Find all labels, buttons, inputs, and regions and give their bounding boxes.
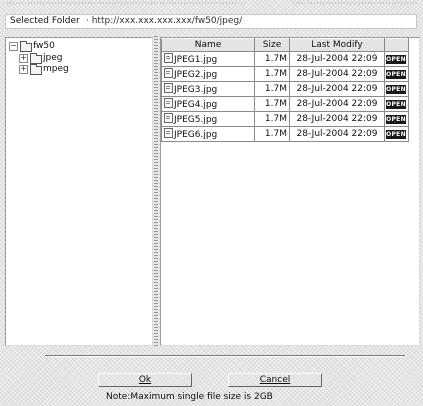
- file-size: 1.7M: [254, 126, 290, 142]
- file-table: Name Size Last Modify JPEG1.jpg 1.7M 28-…: [161, 38, 409, 142]
- selected-folder-label: Selected Folder: [10, 16, 80, 26]
- file-icon: [164, 128, 173, 138]
- file-name: JPEG6.jpg: [174, 130, 218, 140]
- tree-node-mpeg[interactable]: + mpeg: [19, 64, 109, 75]
- cancel-button-label: Cancel: [259, 375, 291, 385]
- folder-icon: [20, 41, 32, 52]
- open-button[interactable]: OPEN: [386, 99, 406, 109]
- tree-node-jpeg[interactable]: + jpeg: [19, 53, 109, 64]
- file-list-panel: Name Size Last Modify JPEG1.jpg 1.7M 28-…: [160, 37, 420, 346]
- top-dotted-rule: [6, 2, 246, 4]
- file-modified: 28-Jul-2004 22:09: [289, 81, 385, 97]
- file-icon: [164, 98, 173, 108]
- selected-folder-bar: Selected Folder · http://xxx.xxx.xxx.xxx…: [5, 14, 417, 29]
- file-modified: 28-Jul-2004 22:09: [289, 111, 385, 127]
- file-size-note: Note:Maximum single file size is 2GB: [106, 392, 273, 402]
- folder-tree: − fw50 + jpeg + mpeg: [5, 37, 153, 346]
- tree-node-label: fw50: [33, 41, 55, 51]
- open-button[interactable]: OPEN: [386, 54, 406, 64]
- file-modified: 28-Jul-2004 22:09: [289, 66, 385, 82]
- file-name: JPEG5.jpg: [174, 115, 218, 125]
- file-icon: [164, 113, 173, 123]
- file-name: JPEG2.jpg: [174, 70, 218, 80]
- table-row[interactable]: JPEG3.jpg 1.7M 28-Jul-2004 22:09 OPEN: [161, 81, 409, 97]
- folder-icon: [30, 53, 42, 64]
- file-name: JPEG1.jpg: [174, 55, 218, 65]
- table-row[interactable]: JPEG5.jpg 1.7M 28-Jul-2004 22:09 OPEN: [161, 111, 409, 127]
- open-button[interactable]: OPEN: [386, 114, 406, 124]
- tree-node-label: mpeg: [43, 64, 69, 74]
- column-header-name[interactable]: Name: [161, 38, 255, 52]
- open-button[interactable]: OPEN: [386, 84, 406, 94]
- panel-splitter[interactable]: [154, 35, 158, 346]
- table-row[interactable]: JPEG4.jpg 1.7M 28-Jul-2004 22:09 OPEN: [161, 96, 409, 112]
- folder-icon: [30, 64, 42, 75]
- tree-node-fw50[interactable]: − fw50: [9, 41, 109, 52]
- ok-button[interactable]: Ok: [98, 373, 192, 387]
- file-name: JPEG3.jpg: [174, 85, 218, 95]
- expand-toggle-icon[interactable]: +: [19, 65, 28, 74]
- file-size: 1.7M: [254, 66, 290, 82]
- file-size: 1.7M: [254, 81, 290, 97]
- file-size: 1.7M: [254, 96, 290, 112]
- file-modified: 28-Jul-2004 22:09: [289, 51, 385, 67]
- column-header-action: [384, 38, 409, 52]
- expand-toggle-icon[interactable]: +: [19, 54, 28, 63]
- file-size: 1.7M: [254, 51, 290, 67]
- cancel-button[interactable]: Cancel: [228, 373, 322, 387]
- file-icon: [164, 83, 173, 93]
- table-row[interactable]: JPEG6.jpg 1.7M 28-Jul-2004 22:09 OPEN: [161, 126, 409, 142]
- file-modified: 28-Jul-2004 22:09: [289, 126, 385, 142]
- tree-node-label: jpeg: [43, 53, 63, 63]
- collapse-toggle-icon[interactable]: −: [9, 42, 18, 51]
- file-modified: 28-Jul-2004 22:09: [289, 96, 385, 112]
- file-icon: [164, 68, 173, 78]
- column-header-last-modify[interactable]: Last Modify: [289, 38, 385, 52]
- top-dotted-rule-right: [292, 2, 417, 4]
- ok-button-label: Ok: [138, 375, 152, 385]
- bottom-divider: [45, 355, 405, 357]
- file-table-header: Name Size Last Modify: [161, 38, 409, 52]
- open-button[interactable]: OPEN: [386, 129, 406, 139]
- file-icon: [164, 53, 173, 63]
- selected-folder-path: · http://xxx.xxx.xxx.xxx/fw50/jpeg/: [86, 16, 243, 26]
- open-button[interactable]: OPEN: [386, 69, 406, 79]
- table-row[interactable]: JPEG1.jpg 1.7M 28-Jul-2004 22:09 OPEN: [161, 51, 409, 67]
- file-name: JPEG4.jpg: [174, 100, 218, 110]
- file-size: 1.7M: [254, 111, 290, 127]
- column-header-size[interactable]: Size: [254, 38, 290, 52]
- table-row[interactable]: JPEG2.jpg 1.7M 28-Jul-2004 22:09 OPEN: [161, 66, 409, 82]
